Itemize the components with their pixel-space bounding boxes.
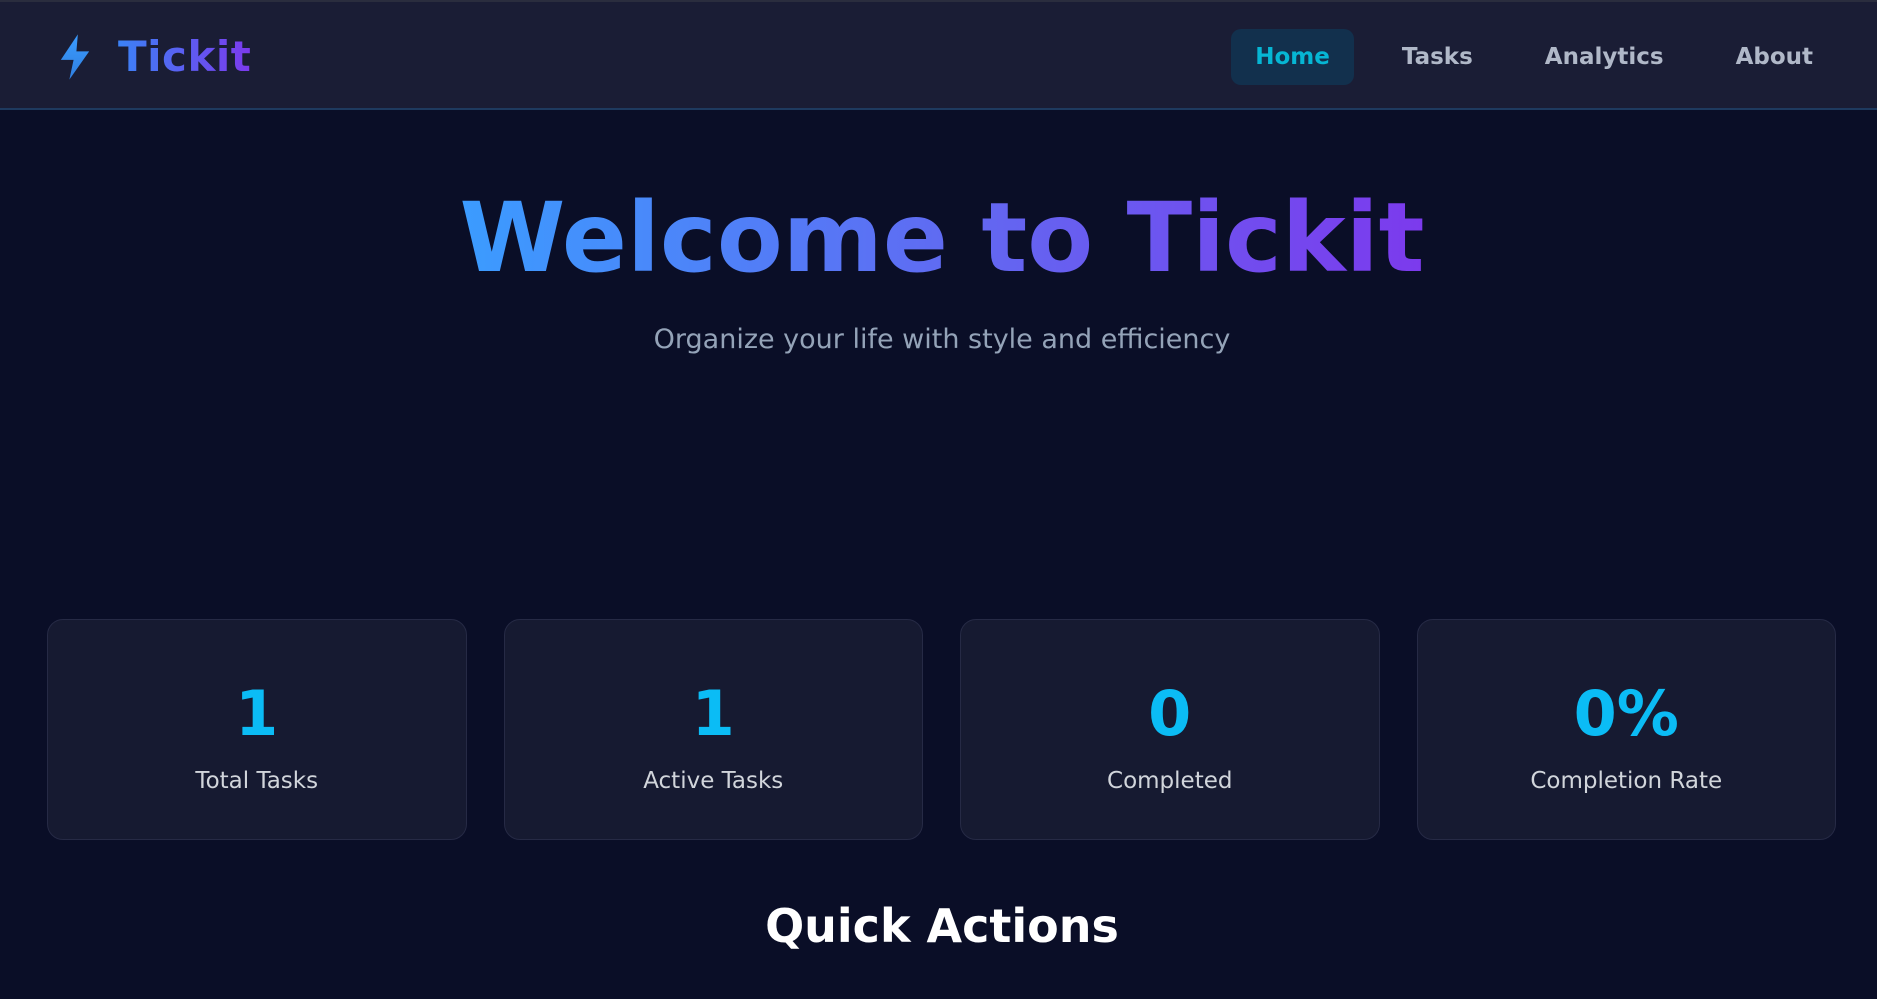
stats-grid: 1 Total Tasks 1 Active Tasks 0 Completed… — [47, 619, 1836, 840]
hero-subtitle: Organize your life with style and effici… — [653, 324, 1231, 355]
nav-tasks[interactable]: Tasks — [1378, 29, 1497, 85]
stat-value: 0 — [1148, 677, 1192, 750]
nav-home[interactable]: Home — [1231, 29, 1354, 85]
stat-card-completed: 0 Completed — [960, 619, 1380, 840]
stat-card-active-tasks: 1 Active Tasks — [503, 619, 923, 840]
nav-analytics[interactable]: Analytics — [1521, 29, 1688, 85]
lightning-bolt-icon — [60, 34, 90, 80]
nav-about[interactable]: About — [1712, 29, 1837, 85]
stat-value: 0% — [1573, 677, 1679, 750]
navbar: Tickit Home Tasks Analytics About — [0, 0, 1877, 110]
hero-title-text: Welcome to Tickit — [459, 182, 1425, 294]
stat-value: 1 — [235, 677, 279, 750]
stat-label: Total Tasks — [195, 768, 319, 794]
brand-logo[interactable]: Tickit — [58, 32, 251, 82]
stat-value: 1 — [691, 677, 735, 750]
brand-name: Tickit — [118, 32, 252, 81]
stat-card-completion-rate: 0% Completion Rate — [1416, 619, 1836, 840]
stat-card-total-tasks: 1 Total Tasks — [47, 619, 467, 840]
stat-label: Completion Rate — [1530, 768, 1723, 794]
stat-label: Completed — [1107, 768, 1233, 794]
quick-actions-title: Quick Actions — [765, 899, 1119, 953]
stat-label: Active Tasks — [643, 768, 784, 794]
hero-title: Welcome to Tickit — [0, 182, 1877, 294]
nav-menu: Home Tasks Analytics About — [1231, 29, 1837, 85]
